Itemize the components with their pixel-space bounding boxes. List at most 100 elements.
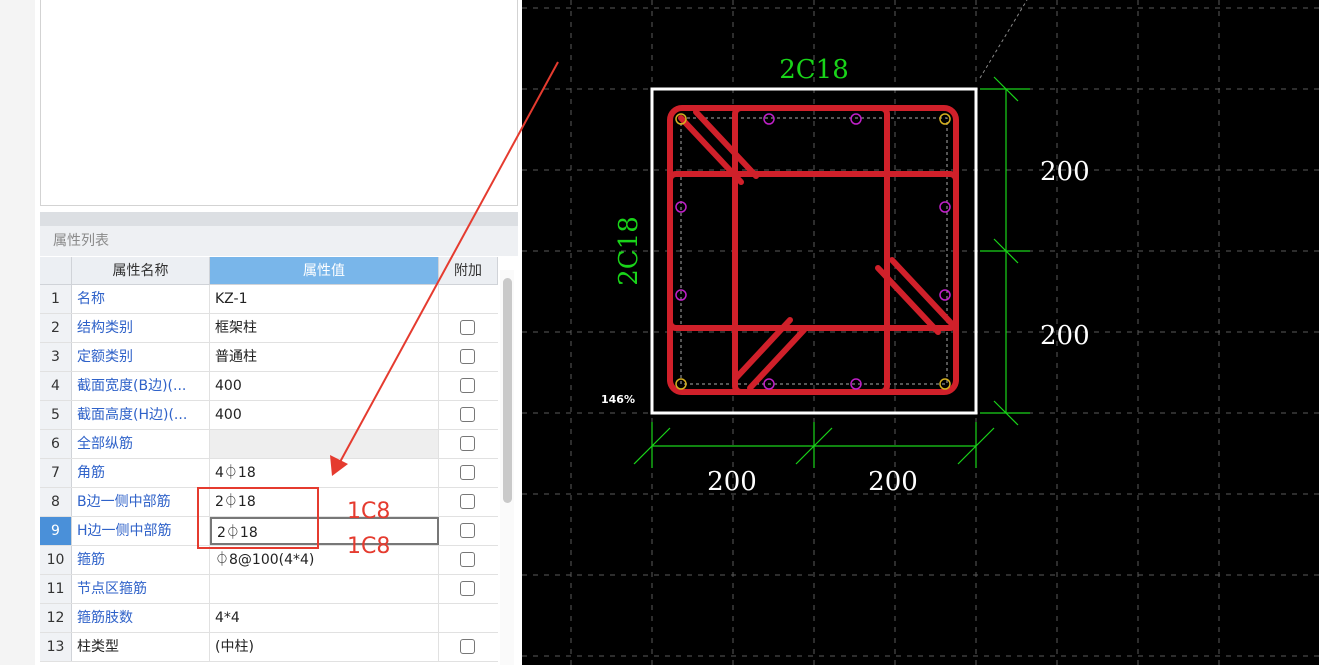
extra-checkbox[interactable] bbox=[460, 523, 475, 538]
extra-checkbox[interactable] bbox=[460, 465, 475, 480]
annotation-note-2: 1C8 bbox=[347, 534, 391, 559]
extra-cell bbox=[439, 459, 498, 487]
extra-checkbox[interactable] bbox=[460, 320, 475, 335]
property-name: 箍筋 bbox=[72, 546, 210, 574]
table-row[interactable]: 1 名称 KZ-1 bbox=[40, 285, 498, 314]
extra-checkbox[interactable] bbox=[460, 436, 475, 451]
row-index: 10 bbox=[40, 546, 72, 574]
property-value[interactable]: (中柱) bbox=[210, 633, 439, 661]
row-index: 13 bbox=[40, 633, 72, 661]
header-extra[interactable]: 附加 bbox=[439, 257, 498, 285]
row-index: 5 bbox=[40, 401, 72, 429]
extra-checkbox[interactable] bbox=[460, 639, 475, 654]
row-index: 2 bbox=[40, 314, 72, 342]
extra-checkbox[interactable] bbox=[460, 407, 475, 422]
property-name: 定额类别 bbox=[72, 343, 210, 371]
dim-right-top: 200 bbox=[1040, 157, 1090, 187]
annotation-note-1: 1C8 bbox=[347, 499, 391, 524]
top-rebar-label: 2C18 bbox=[779, 55, 849, 85]
property-value[interactable]: 框架柱 bbox=[210, 314, 439, 342]
extra-checkbox[interactable] bbox=[460, 494, 475, 509]
table-row[interactable]: 2 结构类别 框架柱 bbox=[40, 314, 498, 343]
left-gutter bbox=[0, 0, 35, 665]
row-index: 6 bbox=[40, 430, 72, 458]
property-value[interactable]: 400 bbox=[210, 401, 439, 429]
property-name: 箍筋肢数 bbox=[72, 604, 210, 632]
extra-checkbox[interactable] bbox=[460, 552, 475, 567]
table-row[interactable]: 7 角筋 4⏀18 bbox=[40, 459, 498, 488]
property-value[interactable]: 普通柱 bbox=[210, 343, 439, 371]
row-index: 8 bbox=[40, 488, 72, 516]
property-name: 截面高度(H边)(... bbox=[72, 401, 210, 429]
row-index: 4 bbox=[40, 372, 72, 400]
row-index: 11 bbox=[40, 575, 72, 603]
side-bar bbox=[939, 289, 951, 301]
side-bar bbox=[763, 113, 775, 125]
header-index bbox=[40, 257, 72, 285]
property-name: 全部纵筋 bbox=[72, 430, 210, 458]
table-row[interactable]: 6 全部纵筋 bbox=[40, 430, 498, 459]
header-value[interactable]: 属性值 bbox=[210, 257, 439, 285]
row-index: 12 bbox=[40, 604, 72, 632]
side-bar bbox=[850, 113, 862, 125]
table-row[interactable]: 4 截面宽度(B边)(... 400 bbox=[40, 372, 498, 401]
property-name: 截面宽度(B边)(... bbox=[72, 372, 210, 400]
property-value[interactable] bbox=[210, 430, 439, 458]
dim-right-bottom: 200 bbox=[1040, 321, 1090, 351]
splitter[interactable] bbox=[40, 212, 518, 226]
side-bar bbox=[939, 201, 951, 213]
table-row[interactable]: 12 箍筋肢数 4*4 bbox=[40, 604, 498, 633]
row-index: 1 bbox=[40, 285, 72, 313]
row-index: 9 bbox=[40, 517, 72, 545]
property-value[interactable]: ⏀8@100(4*4) bbox=[210, 546, 439, 574]
inner-stirrup-v bbox=[732, 105, 890, 395]
extra-cell bbox=[439, 343, 498, 371]
extra-cell bbox=[439, 546, 498, 574]
table-row[interactable]: 5 截面高度(H边)(... 400 bbox=[40, 401, 498, 430]
highlight-box bbox=[197, 487, 319, 549]
table-row[interactable]: 10 箍筋 ⏀8@100(4*4) bbox=[40, 546, 498, 575]
property-name: 节点区箍筋 bbox=[72, 575, 210, 603]
extra-cell bbox=[439, 401, 498, 429]
stirrups bbox=[667, 105, 959, 395]
extra-checkbox[interactable] bbox=[460, 378, 475, 393]
extra-cell bbox=[439, 314, 498, 342]
property-value[interactable] bbox=[210, 575, 439, 603]
leader-line bbox=[979, 0, 1028, 79]
property-value[interactable]: KZ-1 bbox=[210, 285, 439, 313]
dimension-right bbox=[980, 76, 1030, 426]
property-name: 名称 bbox=[72, 285, 210, 313]
property-name: B边一侧中部筋 bbox=[72, 488, 210, 516]
property-name: 柱类型 bbox=[72, 633, 210, 661]
row-index: 3 bbox=[40, 343, 72, 371]
extra-checkbox[interactable] bbox=[460, 349, 475, 364]
property-value[interactable]: 4*4 bbox=[210, 604, 439, 632]
extra-cell bbox=[439, 633, 498, 661]
dim-bottom-right: 200 bbox=[868, 467, 918, 497]
extra-cell bbox=[439, 488, 498, 516]
property-value[interactable]: 4⏀18 bbox=[210, 459, 439, 487]
header-name[interactable]: 属性名称 bbox=[72, 257, 210, 285]
property-panel: 属性列表 属性名称 属性值 附加 1 名称 KZ-1 2 结构类别 框架柱 3 定额类别 普通柱… bbox=[0, 0, 522, 665]
extra-checkbox[interactable] bbox=[460, 581, 475, 596]
extra-cell bbox=[439, 430, 498, 458]
left-rebar-label: 2C18 bbox=[614, 216, 644, 286]
grid bbox=[522, 0, 1319, 665]
zoom-readout: 146% bbox=[601, 393, 635, 406]
hook-3b bbox=[747, 327, 807, 391]
cad-canvas[interactable]: 2C18 2C18 200 200 200 200 146% bbox=[522, 0, 1319, 665]
extra-cell bbox=[439, 604, 498, 632]
dim-bottom-left: 200 bbox=[707, 467, 757, 497]
scrollbar-thumb[interactable] bbox=[503, 278, 512, 503]
extra-cell bbox=[439, 575, 498, 603]
table-row[interactable]: 13 柱类型 (中柱) bbox=[40, 633, 498, 662]
property-value[interactable]: 400 bbox=[210, 372, 439, 400]
row-index: 7 bbox=[40, 459, 72, 487]
cad-drawing: 2C18 2C18 200 200 200 200 146% bbox=[522, 0, 1319, 665]
table-row[interactable]: 3 定额类别 普通柱 bbox=[40, 343, 498, 372]
extra-cell bbox=[439, 372, 498, 400]
property-name: 结构类别 bbox=[72, 314, 210, 342]
panel-title: 属性列表 bbox=[40, 226, 518, 256]
table-row[interactable]: 11 节点区箍筋 bbox=[40, 575, 498, 604]
property-name: 角筋 bbox=[72, 459, 210, 487]
